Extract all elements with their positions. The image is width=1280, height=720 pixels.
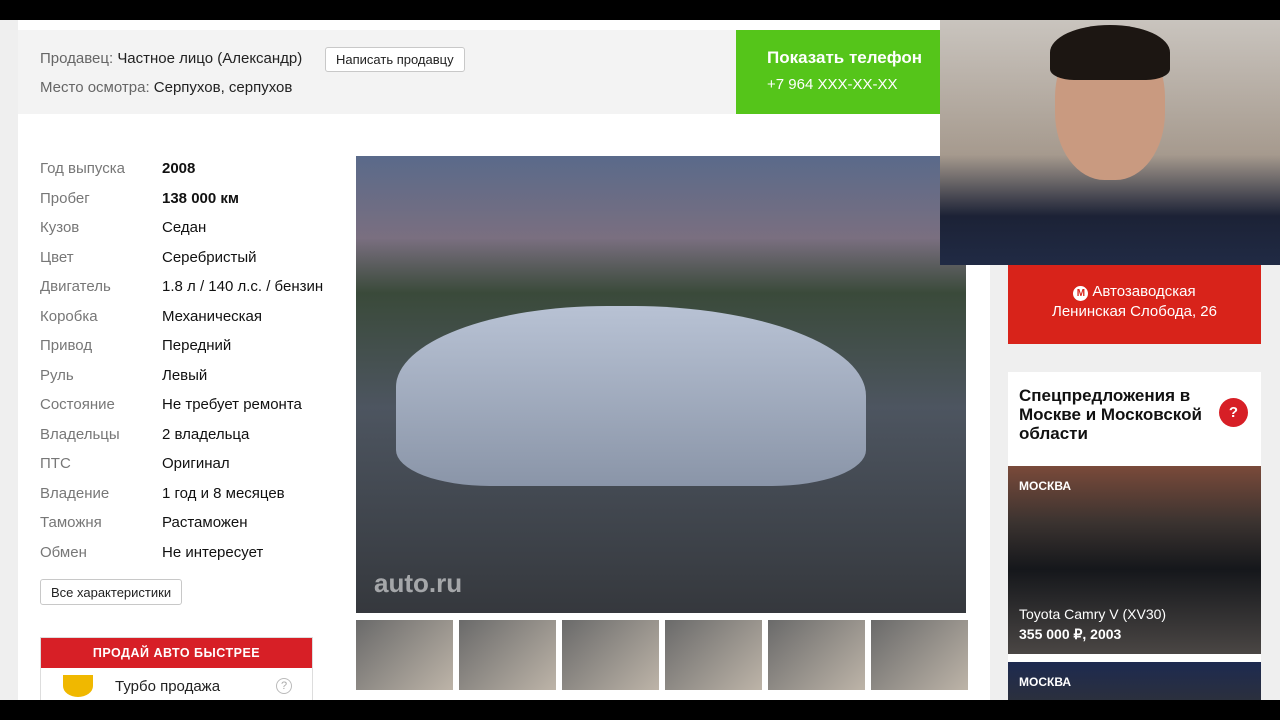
seller-label: Продавец: [40, 50, 114, 67]
spec-row: Руль Левый [40, 367, 323, 397]
spec-key: Таможня [40, 514, 102, 531]
specs-list: Год выпуска 2008 Пробег 138 000 км Кузов Седа… [40, 160, 323, 573]
spec-row: Владение 1 год и 8 месяцев [40, 485, 323, 515]
main-photo[interactable]: auto.ru [356, 156, 966, 613]
car-image [396, 306, 866, 486]
dealer-banner[interactable]: М Автозаводская Ленинская Слобода, 26 [1008, 262, 1261, 344]
spec-value: 2 владельца [162, 425, 250, 443]
help-icon[interactable]: ? [276, 678, 292, 694]
thumbnail-strip [356, 620, 968, 690]
watermark: auto.ru [374, 568, 463, 598]
spec-value: 138 000 км [162, 189, 239, 207]
spec-value: 2008 [162, 160, 196, 177]
spec-value: Седан [162, 219, 207, 236]
spec-row: ПТС Оригинал [40, 455, 323, 485]
spec-row: Двигатель 1.8 л / 140 л.с. / бензин [40, 278, 323, 308]
phone-number: +7 964 XXX-XX-XX [767, 76, 898, 93]
place-value: Серпухов, серпухов [153, 79, 293, 96]
spec-key: Руль [40, 366, 74, 384]
spec-key: Пробег [40, 189, 90, 207]
spec-key: Год выпуска [40, 160, 125, 177]
presenter-hair [1050, 25, 1170, 80]
offer-name: Toyota Camry V (XV30) [1019, 606, 1167, 622]
listing-page: Продавец: Частное лицо (Александр) Напис… [0, 20, 1280, 700]
spec-row: Привод Передний [40, 337, 323, 367]
spec-key: Обмен [40, 543, 87, 561]
place-label: Место осмотра: [40, 79, 150, 96]
offers-title: Спецпредложения в Москве и Московской об… [1019, 386, 1202, 443]
offer-city: МОСКВА [1019, 479, 1072, 493]
offer-card[interactable]: МОСКВА [1008, 662, 1261, 700]
dealer-address: Ленинская Слобода, 26 [1052, 303, 1217, 320]
turbo-sale-label: Турбо продажа [115, 677, 221, 695]
spec-value: Передний [162, 337, 232, 354]
spec-value: Механическая [162, 307, 263, 325]
seller-name: Частное лицо (Александр) [117, 50, 303, 67]
promo-header: ПРОДАЙ АВТО БЫСТРЕЕ [41, 638, 312, 668]
special-offers: Спецпредложения в Москве и Московской об… [1008, 372, 1261, 700]
photo-thumbnail[interactable] [871, 620, 968, 690]
spec-row: Год выпуска 2008 [40, 160, 323, 190]
spec-value: Левый [162, 366, 208, 384]
spec-key: Владение [40, 484, 110, 502]
promo-box: ПРОДАЙ АВТО БЫСТРЕЕ Турбо продажа ? [40, 637, 313, 700]
spec-row: Цвет Серебристый [40, 249, 323, 279]
photo-thumbnail[interactable] [356, 620, 453, 690]
photo-thumbnail[interactable] [768, 620, 865, 690]
metro-station: Автозаводская [1092, 283, 1196, 300]
spec-key: ПТС [40, 455, 71, 472]
spec-key: Владельцы [40, 425, 120, 443]
spec-value: Не интересует [162, 543, 264, 561]
trophy-icon [63, 675, 93, 697]
spec-value: 1 год и 8 месяцев [162, 484, 285, 502]
spec-row: Пробег 138 000 км [40, 190, 323, 220]
spec-row: Кузов Седан [40, 219, 323, 249]
spec-value: Не требует ремонта [162, 396, 302, 413]
show-phone-button[interactable]: Показать телефон +7 964 XXX-XX-XX [736, 30, 946, 114]
spec-key: Состояние [40, 396, 115, 413]
spec-value: Оригинал [162, 455, 230, 472]
webcam-overlay [940, 20, 1280, 265]
spec-row: Таможня Растаможен [40, 514, 323, 544]
spec-key: Коробка [40, 307, 98, 325]
photo-thumbnail[interactable] [665, 620, 762, 690]
spec-key: Привод [40, 337, 93, 354]
show-phone-label: Показать телефон [767, 48, 923, 67]
offer-price: 355 000 ₽, 2003 [1019, 626, 1122, 642]
turbo-sale-item[interactable]: Турбо продажа ? [41, 668, 312, 700]
spec-value: Серебристый [162, 248, 257, 266]
spec-row: Владельцы 2 владельца [40, 426, 323, 456]
photo-thumbnail[interactable] [562, 620, 659, 690]
spec-value: 1.8 л / 140 л.с. / бензин [162, 278, 324, 295]
offer-city: МОСКВА [1019, 675, 1072, 689]
spec-key: Двигатель [40, 278, 111, 295]
message-seller-button[interactable]: Написать продавцу [325, 47, 465, 72]
help-icon[interactable]: ? [1219, 398, 1248, 427]
spec-value: Растаможен [162, 514, 248, 531]
offer-card[interactable]: МОСКВА Toyota Camry V (XV30) 355 000 ₽, … [1008, 466, 1261, 654]
photo-thumbnail[interactable] [459, 620, 556, 690]
main-content: Продавец: Частное лицо (Александр) Напис… [18, 20, 990, 700]
spec-row: Обмен Не интересует [40, 544, 323, 574]
spec-row: Состояние Не требует ремонта [40, 396, 323, 426]
metro-icon: М [1073, 286, 1089, 301]
spec-key: Цвет [40, 248, 74, 266]
all-specs-button[interactable]: Все характеристики [40, 579, 183, 605]
spec-row: Коробка Механическая [40, 308, 323, 338]
spec-key: Кузов [40, 219, 80, 236]
